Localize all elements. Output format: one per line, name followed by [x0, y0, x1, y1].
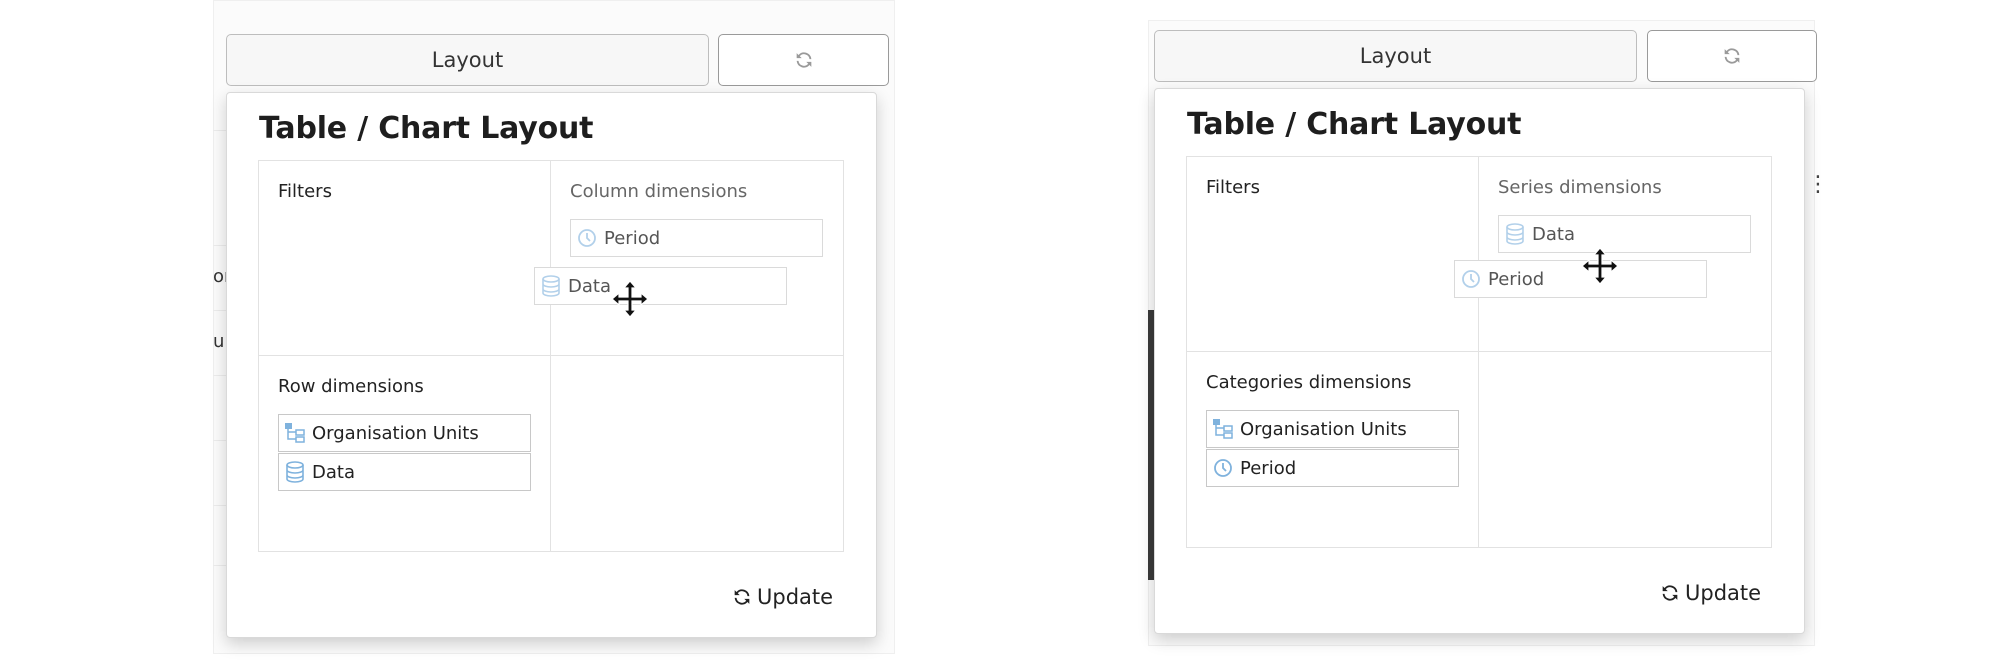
layout-popup: Table / Chart Layout Filters Series dime… [1154, 88, 1805, 634]
dimension-chip-organisation-units[interactable]: Organisation Units [1206, 410, 1459, 448]
chip-label: Data [568, 275, 611, 297]
column-dimensions-label: Column dimensions [570, 181, 748, 202]
filters-label: Filters [278, 181, 332, 202]
menu-dots-icon[interactable]: ⋮ [1807, 174, 1829, 196]
layout-popup: Table / Chart Layout Filters Column dime… [226, 92, 877, 638]
popup-title: Table / Chart Layout [259, 111, 594, 146]
filters-label: Filters [1206, 177, 1260, 198]
dimension-chip-organisation-units[interactable]: Organisation Units [278, 414, 531, 452]
period-icon [1460, 268, 1482, 290]
move-cursor-icon [1581, 247, 1619, 285]
dimension-chip-period[interactable]: Period [570, 219, 823, 257]
column-dimensions-zone[interactable]: Column dimensions Period [551, 161, 843, 356]
update-button[interactable]: Update [731, 585, 833, 609]
dimension-chip-period[interactable]: Period [1206, 449, 1459, 487]
chip-label: Data [1532, 223, 1575, 245]
refresh-icon [796, 52, 811, 68]
chip-label: Period [604, 227, 661, 249]
categories-dimensions-zone[interactable]: Categories dimensions Organisation Units… [1187, 352, 1479, 547]
org-units-icon [284, 422, 306, 444]
popup-title: Table / Chart Layout [1187, 107, 1522, 142]
dimension-chip-data[interactable]: Data [278, 453, 531, 491]
series-dimensions-label: Series dimensions [1498, 177, 1662, 198]
layout-button[interactable]: Layout [226, 34, 709, 86]
data-icon [540, 275, 562, 297]
data-icon [1504, 223, 1526, 245]
refresh-button[interactable] [1647, 30, 1817, 82]
update-button[interactable]: Update [1659, 581, 1761, 605]
row-dimensions-zone[interactable]: Row dimensions Organisation Units Data [259, 356, 551, 551]
layout-button[interactable]: Layout [1154, 30, 1637, 82]
layout-grid: Filters Column dimensions Period Row dim… [258, 160, 844, 552]
refresh-icon [1724, 48, 1740, 64]
chip-label: Organisation Units [312, 422, 479, 444]
empty-zone [1479, 352, 1771, 547]
period-icon [1212, 457, 1234, 479]
move-cursor-icon [611, 280, 649, 318]
refresh-button[interactable] [718, 34, 889, 86]
dimension-chip-data[interactable]: Data [1498, 215, 1751, 253]
filters-zone[interactable]: Filters [1187, 157, 1479, 352]
update-label: Update [1685, 581, 1762, 605]
chip-label: Organisation Units [1240, 418, 1407, 440]
row-dimensions-label: Row dimensions [278, 376, 424, 397]
refresh-icon [1662, 585, 1678, 601]
chip-label: Period [1240, 457, 1297, 479]
dragging-chip-data[interactable]: Data [534, 267, 787, 305]
org-units-icon [1212, 418, 1234, 440]
chip-label: Period [1488, 268, 1545, 290]
period-icon [576, 227, 598, 249]
update-label: Update [757, 585, 834, 609]
chip-label: Data [312, 461, 355, 483]
data-icon [284, 461, 306, 483]
empty-zone [551, 356, 843, 551]
filters-zone[interactable]: Filters [259, 161, 551, 356]
layout-grid: Filters Series dimensions Data Categorie… [1186, 156, 1772, 548]
refresh-icon [734, 589, 750, 605]
series-dimensions-zone[interactable]: Series dimensions Data [1479, 157, 1771, 352]
categories-dimensions-label: Categories dimensions [1206, 372, 1412, 393]
